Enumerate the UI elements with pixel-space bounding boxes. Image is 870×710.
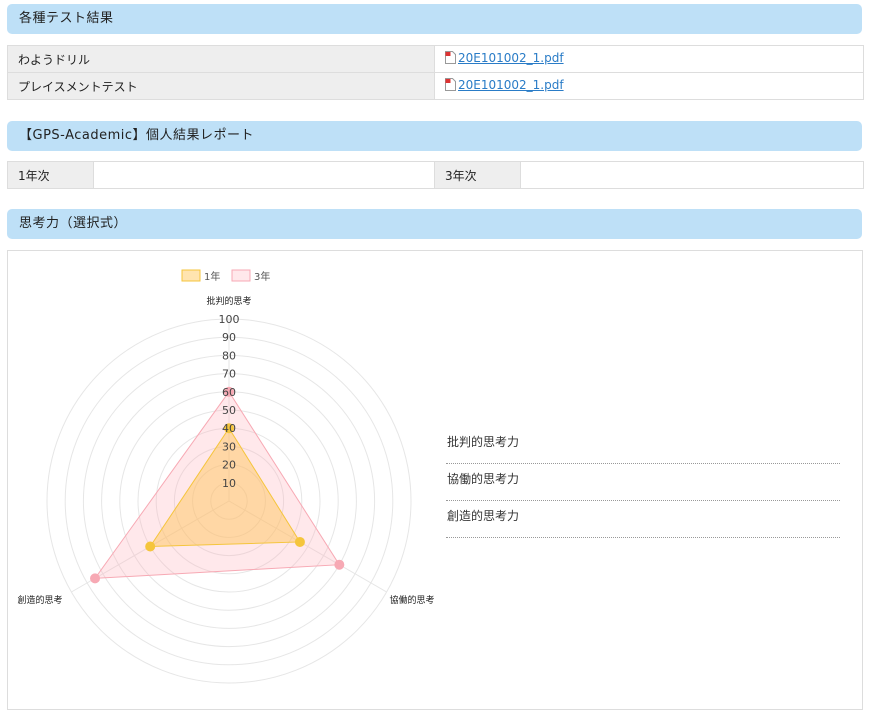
axis-label: 協働的思考 — [389, 594, 434, 606]
radar-chart: 10 20 30 40 50 60 70 80 90 100 批判的思考協働的思考 創造的思考 1年 3年 — [17, 269, 435, 684]
tick-label: 70 — [222, 368, 236, 381]
data-point — [334, 559, 345, 570]
list-item: 協働的思考力 — [446, 464, 840, 501]
data-point — [90, 573, 101, 584]
tick-label: 50 — [222, 404, 236, 417]
tick-label: 60 — [222, 386, 236, 399]
list-item: 批判的思考力 — [446, 427, 840, 464]
tick-label: 20 — [222, 459, 236, 472]
tick-label: 10 — [222, 477, 236, 490]
legend-label: 1年 — [204, 270, 220, 283]
legend-swatch — [231, 269, 251, 282]
data-point — [294, 536, 305, 547]
tick-label: 80 — [222, 349, 236, 362]
side-list: 批判的思考力 協働的思考力 創造的思考力 — [446, 427, 840, 538]
tick-label: 100 — [219, 313, 240, 326]
list-item: 創造的思考力 — [446, 501, 840, 538]
axis-label: 創造的思考 — [17, 594, 62, 606]
axis-label: 批判的思考 — [206, 295, 251, 307]
tick-label: 40 — [222, 422, 236, 435]
legend-label: 3年 — [254, 270, 270, 283]
tick-label: 90 — [222, 331, 236, 344]
legend-swatch — [181, 269, 201, 282]
tick-label: 30 — [222, 440, 236, 453]
data-point — [145, 541, 156, 552]
